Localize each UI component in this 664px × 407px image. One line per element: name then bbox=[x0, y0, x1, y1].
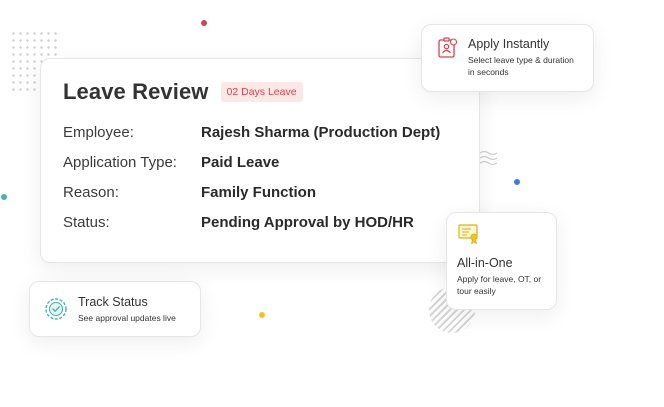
detail-label: Application Type: bbox=[63, 153, 177, 171]
document-user-icon bbox=[438, 37, 458, 58]
track-status-title: Track Status bbox=[78, 294, 148, 309]
leave-review-title: Leave Review bbox=[63, 79, 209, 104]
yellow-dot-decoration bbox=[259, 312, 265, 318]
apply-instantly-title: Apply Instantly bbox=[468, 37, 550, 51]
leave-duration-badge: 02 Days Leave bbox=[220, 82, 303, 102]
badge-check-icon bbox=[45, 298, 67, 320]
detail-row-employee: Employee: Rajesh Sharma (Production Dept… bbox=[63, 117, 457, 147]
blue-dot-decoration bbox=[514, 179, 520, 185]
all-in-one-description: Apply for leave, OT, or tour easily bbox=[457, 274, 542, 296]
leave-details: Employee: Rajesh Sharma (Production Dept… bbox=[63, 117, 457, 237]
teal-dot-decoration bbox=[1, 194, 7, 200]
apply-instantly-description: Select leave type & duration in seconds bbox=[468, 55, 574, 77]
detail-label: Employee: bbox=[63, 123, 134, 141]
all-in-one-card: All-in-One Apply for leave, OT, or tour … bbox=[446, 212, 557, 310]
track-status-card: Track Status See approval updates live bbox=[29, 281, 201, 337]
detail-value: Rajesh Sharma (Production Dept) bbox=[201, 123, 441, 141]
apply-instantly-text: Apply Instantly Select leave type & dura… bbox=[468, 37, 581, 81]
detail-label: Reason: bbox=[63, 183, 119, 201]
detail-value: Family Function bbox=[201, 183, 317, 201]
detail-row-application-type: Application Type: Paid Leave bbox=[63, 147, 457, 177]
track-status-description: See approval updates live bbox=[78, 312, 176, 323]
detail-value: Pending Approval by HOD/HR bbox=[201, 213, 414, 231]
leave-review-header: Leave Review 02 Days Leave bbox=[63, 79, 457, 105]
track-status-text: Track Status See approval updates live bbox=[78, 295, 176, 324]
detail-value: Paid Leave bbox=[201, 153, 280, 171]
detail-row-status: Status: Pending Approval by HOD/HR bbox=[63, 207, 457, 237]
apply-instantly-card: Apply Instantly Select leave type & dura… bbox=[421, 24, 594, 92]
all-in-one-title: All-in-One bbox=[457, 256, 513, 270]
leave-review-card: Leave Review 02 Days Leave Employee: Raj… bbox=[40, 58, 480, 263]
detail-label: Status: bbox=[63, 213, 110, 231]
certificate-icon bbox=[458, 224, 478, 245]
red-dot-decoration bbox=[201, 20, 207, 26]
detail-row-reason: Reason: Family Function bbox=[63, 177, 457, 207]
